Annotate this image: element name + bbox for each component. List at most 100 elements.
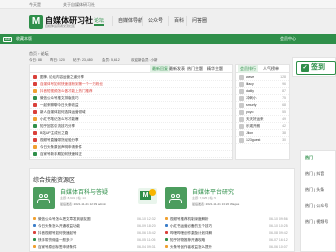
forum-name[interactable]: 自媒体百科与答疑 — [60, 187, 108, 196]
member-row[interactable]: 冲刺小 75 — [236, 95, 289, 102]
tab-latest-reply[interactable]: 最新回复 — [150, 65, 170, 73]
tab-popular[interactable]: 人气榜单 — [263, 65, 279, 73]
member-center-link[interactable]: 会员中心 — [280, 34, 296, 44]
thread-title[interactable]: 一起来聊聊今日头条收益 — [40, 102, 79, 108]
thread-title[interactable]: 百家号新手期如何快速转正 — [40, 151, 82, 157]
post-title[interactable]: 头条号创作者收益怎么提升 — [170, 243, 212, 251]
thread-title[interactable]: 抖音短视频怎么做才能上热门推荐 — [40, 88, 93, 94]
member-row[interactable]: wave 128 — [236, 74, 289, 81]
hot-link[interactable]: 热门 | 抖音 — [305, 171, 324, 177]
tab-digest[interactable]: 精华主题 — [207, 65, 223, 73]
member-name[interactable]: Jlion — [246, 130, 253, 136]
thread-row[interactable]: 新人自媒体如何选择运营领域 — [30, 109, 232, 116]
forum-post-row[interactable]: 百家号原创标签申请条件 06-04 09:31 — [33, 243, 158, 251]
thread-row[interactable]: 抖音短视频怎么做才能上热门推荐 — [30, 88, 232, 95]
tab-hot[interactable]: 热门主题 — [187, 65, 203, 73]
thread-row[interactable]: 视频号直播带货经验分享 — [30, 137, 232, 144]
nav-wiki[interactable]: 百科 — [168, 16, 184, 26]
thread-row[interactable]: 知乎回答引流技巧分享 — [30, 123, 232, 130]
thread-title[interactable]: 视频号直播带货经验分享 — [40, 137, 79, 143]
tab-latest-post[interactable]: 最新发表 — [169, 65, 185, 73]
avatar — [239, 103, 244, 108]
thread-row[interactable]: 自媒体号如何快速涨粉到第一个一万粉丝 — [30, 81, 232, 88]
member-rank-tabs: 会员排行 人气榜单 — [236, 65, 289, 73]
member-name[interactable]: smurfy — [246, 102, 257, 108]
thread-title[interactable]: B站UP主成长之路 — [40, 130, 68, 136]
thread-row[interactable]: B站UP主成长之路 — [30, 130, 232, 137]
thread-row[interactable]: 微信公众号推文排版技巧 — [30, 95, 232, 102]
hub-button[interactable]: Hub — [3, 37, 12, 42]
breadcrumb-home[interactable]: 首页 — [29, 51, 37, 56]
thread-icon — [33, 124, 37, 128]
member-name[interactable]: lilacy — [246, 81, 254, 87]
site-logo[interactable]: M 自媒体研习社 自媒体运营者交流社区 — [29, 13, 93, 33]
post-dot-icon — [33, 217, 36, 220]
thread-icon — [33, 75, 37, 79]
post-date: 06-04 09:31 — [137, 245, 156, 249]
thread-row[interactable]: 百家号新手期如何快速转正 — [30, 151, 232, 158]
hot-link[interactable]: 热门 | 公众号 — [305, 203, 328, 209]
sign-in-button[interactable]: ✓ 签到 — [296, 61, 336, 75]
avatar — [239, 124, 244, 129]
member-count: 49 — [282, 117, 286, 121]
avatar — [239, 131, 244, 136]
about-link[interactable]: 关于自媒体研习社 — [63, 0, 95, 9]
forum-last-post[interactable]: 最后发表: 2021-11-21 13:20 Wagas — [192, 202, 292, 206]
thread-icon — [33, 103, 37, 107]
member-row[interactable]: 123guest 30 — [236, 137, 289, 144]
thread-row[interactable]: 图神, 论坛内容运营之道分享 — [30, 74, 232, 81]
member-row[interactable]: yoyo 55 — [236, 109, 289, 116]
hot-link[interactable]: 热门 | 头条 — [305, 187, 324, 193]
nav-forum[interactable]: 论坛 — [94, 16, 105, 26]
thread-icon — [33, 131, 37, 135]
nav-qa[interactable]: 问答圈 — [186, 16, 207, 26]
member-row[interactable]: 乐观开朗 42 — [236, 123, 289, 130]
thread-title[interactable]: 自媒体号如何快速涨粉到第一个一万粉丝 — [40, 81, 103, 87]
thread-row[interactable]: 一起来聊聊今日头条收益 — [30, 102, 232, 109]
post-dot-icon — [33, 224, 36, 227]
member-row[interactable]: smurfy 68 — [236, 102, 289, 109]
thread-title[interactable]: 今日头条原创声明申请条件 — [40, 144, 82, 150]
nav-wechat[interactable]: 公众号 — [142, 16, 163, 26]
hot-threads-tabs: 最新回复 最新发表 热门主题 精华主题 — [30, 65, 232, 73]
member-name[interactable]: 天天好运来 — [246, 116, 264, 122]
member-name[interactable]: 冲刺小 — [246, 95, 257, 101]
member-name[interactable]: yoyo — [246, 109, 253, 115]
logo-mark-icon: M — [29, 15, 43, 29]
thread-title[interactable]: 小红书笔记怎么写才能爆 — [40, 116, 79, 122]
forum-icon — [165, 187, 187, 209]
thread-icon — [33, 89, 37, 93]
post-date: 06-06 10:07 — [269, 245, 288, 249]
post-dot-icon — [33, 238, 36, 241]
member-row[interactable]: dailiy 87 — [236, 88, 289, 95]
member-count: 128 — [280, 75, 286, 79]
nav-media-guide[interactable]: 自媒体导航 — [112, 16, 143, 26]
member-count: 96 — [282, 82, 286, 86]
hot-sidebar: 热门 热门 | 抖音 热门 | 头条 热门 | 公众号 热门 | 视频号 — [300, 150, 336, 252]
tab-member-rank[interactable]: 会员排行 — [238, 65, 258, 73]
member-count: 75 — [282, 96, 286, 100]
thread-row[interactable]: 小红书笔记怎么写才能爆 — [30, 116, 232, 123]
avatar — [239, 117, 244, 122]
forum-card[interactable]: 自媒体平台研究 主题: 7,925 | 帖: 5 最后发表: 2021-11-2… — [165, 187, 290, 215]
forum-post-row[interactable]: 头条号创作者收益怎么提升 06-06 10:07 — [165, 243, 290, 251]
forum-name[interactable]: 自媒体平台研究 — [192, 187, 234, 196]
thread-title[interactable]: 知乎回答引流技巧分享 — [40, 123, 75, 129]
member-name[interactable]: wave — [246, 74, 254, 80]
thread-row[interactable]: 今日头条原创声明申请条件 — [30, 144, 232, 151]
post-title[interactable]: 百家号原创标签申请条件 — [38, 243, 77, 251]
section-title: 综合技能资源区 — [33, 178, 76, 184]
favorite-board-link[interactable]: 收藏本版 — [16, 34, 32, 44]
thread-title[interactable]: 图神, 论坛内容运营之道分享 — [40, 74, 84, 80]
member-name[interactable]: dailiy — [246, 88, 254, 94]
thread-title[interactable]: 新人自媒体如何选择运营领域 — [40, 109, 86, 115]
member-row[interactable]: lilacy 96 — [236, 81, 289, 88]
member-name[interactable]: 乐观开朗 — [246, 123, 260, 129]
hot-link[interactable]: 热门 | 视频号 — [305, 219, 328, 225]
member-row[interactable]: Jlion 38 — [236, 130, 289, 137]
site-slogan: 自媒体运营者交流社区 — [45, 24, 76, 28]
member-rank-panel: 会员排行 人气榜单 wave 128 lilacy 96 dailiy 87 冲刺小 75 sm… — [235, 64, 290, 160]
member-name[interactable]: 123guest — [246, 137, 260, 143]
member-row[interactable]: 天天好运来 49 — [236, 116, 289, 123]
thread-title[interactable]: 微信公众号推文排版技巧 — [40, 95, 79, 101]
